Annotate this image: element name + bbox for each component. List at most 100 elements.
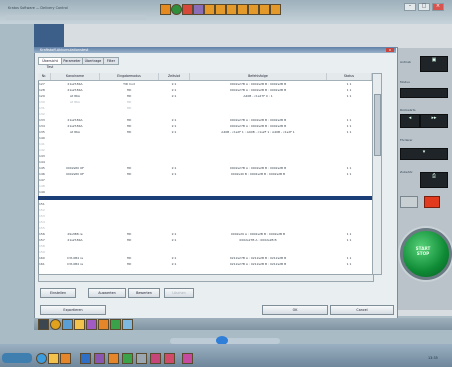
taskbar-icon-7[interactable] <box>122 353 133 364</box>
table-row[interactable]: 128 21s2f-8KA HD 2:1 0002s27B A : 0002s2B B … <box>38 88 372 92</box>
table-row[interactable]: 129 At 8KA HD 2:1 A40B - c1s27F 0 : 1 1 1 <box>38 94 372 98</box>
accessory-button[interactable]: ⎙ <box>420 172 448 188</box>
mode-button[interactable] <box>400 88 448 98</box>
column-header-command[interactable]: Befehlsfolge <box>190 73 327 80</box>
tool-icon-9[interactable] <box>248 4 259 15</box>
settings-button[interactable]: Einstellen <box>40 288 76 298</box>
table-row[interactable]: 145 0002s80 OF HD 2:1 0002s27B A : 0002s2B B… <box>38 166 372 170</box>
cell-nr: 149 <box>39 190 45 194</box>
tab-overview[interactable]: Übersicht Test <box>38 57 62 69</box>
toolbar-icon-8[interactable] <box>122 319 133 330</box>
table-row[interactable]: 131 HD <box>38 106 372 110</box>
tool-icon-3[interactable] <box>182 4 193 15</box>
taskbar-icon-6[interactable] <box>108 353 119 364</box>
table-row[interactable]: 156 29s3B8 re HD 2:1 0002s29 A : 0002s2B B :… <box>38 232 372 236</box>
cell-cmd: A40B - c1s27F 0 : 1 <box>243 94 273 98</box>
table-row[interactable]: 127 21s2f-8KA TID Cod 2:1 0002s27B A : 0002s… <box>38 82 372 86</box>
start-menu-button[interactable] <box>2 353 32 363</box>
ok-button[interactable]: OK <box>262 305 328 315</box>
table-row[interactable]: 135 At 8KA HD 2:1 A40B - c1s2F 1 : A40B - c1… <box>38 130 372 134</box>
taskbar-icon-2[interactable] <box>48 353 59 364</box>
table-row[interactable]: 155 <box>38 226 372 230</box>
conveyor-button[interactable]: ▾ <box>400 148 448 160</box>
panel-label-4: Förderer <box>400 138 413 142</box>
delete-button[interactable]: Löschen <box>164 288 194 298</box>
table-row[interactable]: 140 <box>38 136 372 140</box>
menu-bar <box>6 15 146 20</box>
tool-icon-4[interactable] <box>193 4 204 15</box>
table-row[interactable]: 144 <box>38 160 372 164</box>
table-row[interactable]: 148 <box>38 184 372 188</box>
export-button[interactable]: Exportieren <box>40 305 106 315</box>
table-row[interactable]: 161 C3t-0B4 re HD 2:1 0212s27B A : 0212s2B B… <box>38 262 372 266</box>
taskbar-icon-8[interactable] <box>136 353 147 364</box>
cancel-button[interactable]: Cancel <box>330 305 394 315</box>
toolbar-icon-4[interactable] <box>74 319 85 330</box>
table-row-selected[interactable]: 150 <box>38 196 372 200</box>
reverse-button[interactable]: ◂ <box>400 114 420 128</box>
rate-button[interactable]: Bewerten <box>128 288 160 298</box>
tool-icon-1[interactable] <box>160 4 171 15</box>
vertical-scrollbar[interactable] <box>372 73 382 275</box>
taskbar-icon-3[interactable] <box>60 353 71 364</box>
minimize-button[interactable]: – <box>404 3 416 11</box>
taskbar-icon-11[interactable] <box>182 353 193 364</box>
toolbar-icon-7[interactable] <box>110 319 121 330</box>
cell-mode: HD <box>126 166 132 170</box>
tool-icon-10[interactable] <box>259 4 270 15</box>
table-row[interactable]: 134 21s2f-8KA HD 2:1 0002s27B A : 0002s2B B … <box>38 124 372 128</box>
taskbar-icon-4[interactable] <box>80 353 91 364</box>
toolbar-icon-2[interactable] <box>50 319 61 330</box>
table-row[interactable]: 154 <box>38 220 372 224</box>
drive-button[interactable]: ▣ <box>420 56 448 72</box>
column-header-name[interactable]: Kanalname <box>51 73 100 80</box>
close-button[interactable]: × <box>432 3 444 11</box>
column-header-time[interactable]: Zeitslot <box>159 73 190 80</box>
tool-icon-7[interactable] <box>226 4 237 15</box>
table-row[interactable]: 147 <box>38 178 372 182</box>
toolbar-icon-6[interactable] <box>98 319 109 330</box>
table-row[interactable]: 146 0002s80 OF HD 2:1 0002s40 B : 0002s2B B … <box>38 172 372 176</box>
table-row[interactable]: 152 <box>38 208 372 212</box>
dialog-close-button[interactable]: x <box>386 48 394 52</box>
tab-filter[interactable]: Filter <box>103 57 119 65</box>
table-row[interactable]: 160 C3t-0B4 re HD 2:1 0212s27B A : 0212s2B B… <box>38 256 372 260</box>
column-header-nr[interactable]: Nr. <box>38 73 51 80</box>
maximize-button[interactable]: □ <box>418 3 430 11</box>
taskbar-icon-10[interactable] <box>164 353 175 364</box>
stop-indicator[interactable] <box>424 196 440 208</box>
table-row[interactable]: 143 <box>38 154 372 158</box>
tool-icon-2[interactable] <box>171 4 182 15</box>
horizontal-scrollbar[interactable] <box>38 274 374 282</box>
evaluate-button[interactable]: Auswerten <box>88 288 126 298</box>
taskbar-icon-9[interactable] <box>150 353 161 364</box>
toolbar-icon-3[interactable] <box>62 319 73 330</box>
toolbar-icon-5[interactable] <box>86 319 97 330</box>
table-row[interactable]: 153 <box>38 214 372 218</box>
taskbar-icon-5[interactable] <box>94 353 105 364</box>
taskbar-icon-1[interactable] <box>36 353 47 364</box>
cell-nr: 147 <box>39 178 45 182</box>
table-row[interactable]: 142 <box>38 148 372 152</box>
table-row[interactable]: 149 <box>38 190 372 194</box>
column-header-status[interactable]: Status <box>327 73 372 80</box>
table-row[interactable]: 133 21s2f-8KA HD 2:1 0002s27B A : 0002s2B B … <box>38 118 372 122</box>
toolbar-icon-1[interactable] <box>38 319 49 330</box>
tool-icon-5[interactable] <box>204 4 215 15</box>
table-row[interactable]: 158 <box>38 244 372 248</box>
tool-icon-6[interactable] <box>215 4 226 15</box>
tool-icon-11[interactable] <box>270 4 281 15</box>
scroll-thumb[interactable] <box>374 94 381 156</box>
tool-icon-8[interactable] <box>237 4 248 15</box>
tab-parameters[interactable]: Parameter <box>61 57 83 65</box>
table-row[interactable]: 132 <box>38 112 372 116</box>
play-button[interactable]: ▸▸ <box>420 114 448 128</box>
table-row[interactable]: 141 <box>38 142 372 146</box>
table-row[interactable]: 159 <box>38 250 372 254</box>
cell-name: 21s2f-8KA <box>67 88 83 92</box>
column-header-mode[interactable]: Eingabemodus <box>100 73 159 80</box>
table-row[interactable]: 157 21s2f-8KA HD 2:1 0002s27B A : 0002s2B B 1… <box>38 238 372 242</box>
table-row[interactable]: 151 <box>38 202 372 206</box>
tab-transfer[interactable]: Übertrage <box>82 57 104 65</box>
table-row[interactable]: 130 At 8KA HD <box>38 100 372 104</box>
